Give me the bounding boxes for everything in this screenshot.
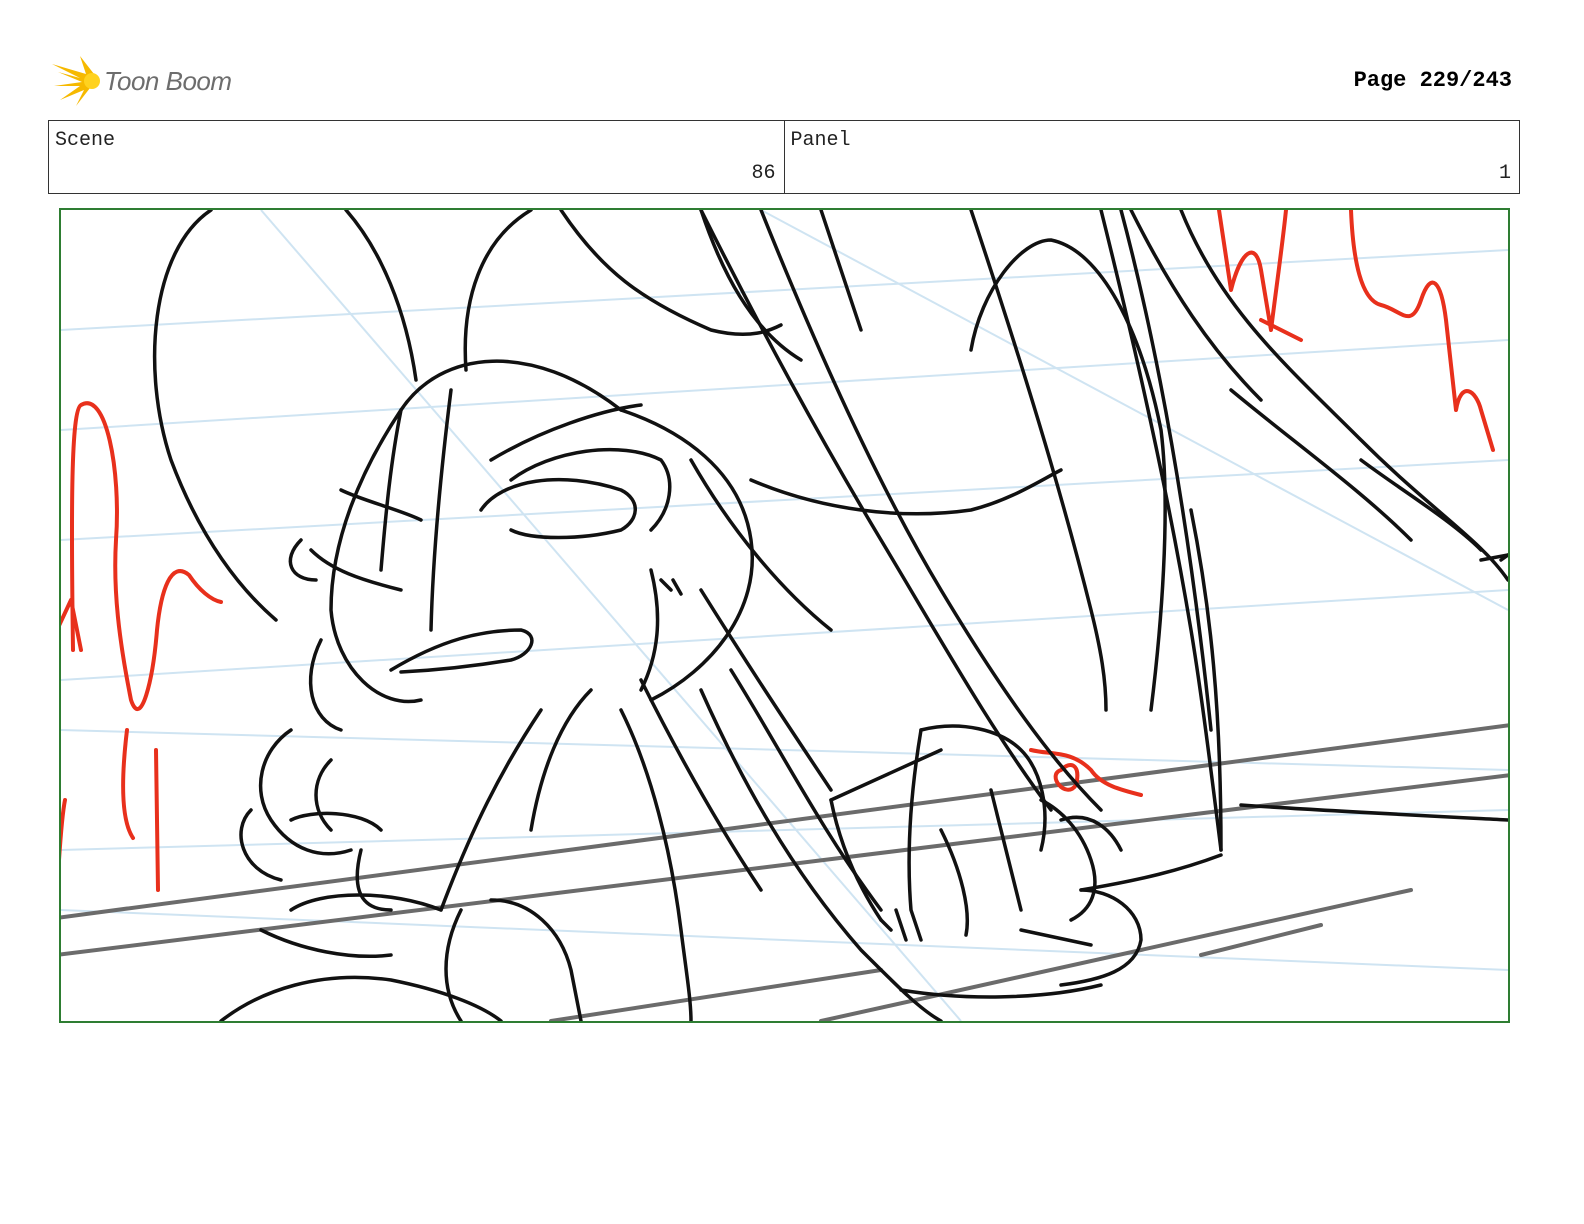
red-flame-marks: [61, 210, 1495, 892]
desk-lines: [61, 723, 1508, 1021]
panel-label: Panel: [790, 129, 851, 152]
scene-cell: Scene 86: [49, 121, 784, 193]
scene-label: Scene: [55, 129, 116, 152]
panel-sketch: [61, 210, 1508, 1021]
logo-text: Toon Boom: [104, 66, 232, 96]
burst-icon: [52, 56, 100, 106]
perspective-guides: [61, 210, 1508, 1021]
character-sketch: [152, 210, 1508, 1021]
page-number: Page 229/243: [1353, 68, 1512, 93]
storyboard-panel: [59, 208, 1510, 1023]
panel-cell: Panel 1: [783, 121, 1520, 193]
scene-value: 86: [751, 162, 776, 185]
toon-boom-logo: Toon Boom: [50, 52, 250, 108]
scene-panel-table: Scene 86 Panel 1: [48, 120, 1520, 194]
panel-value: 1: [1498, 162, 1511, 185]
